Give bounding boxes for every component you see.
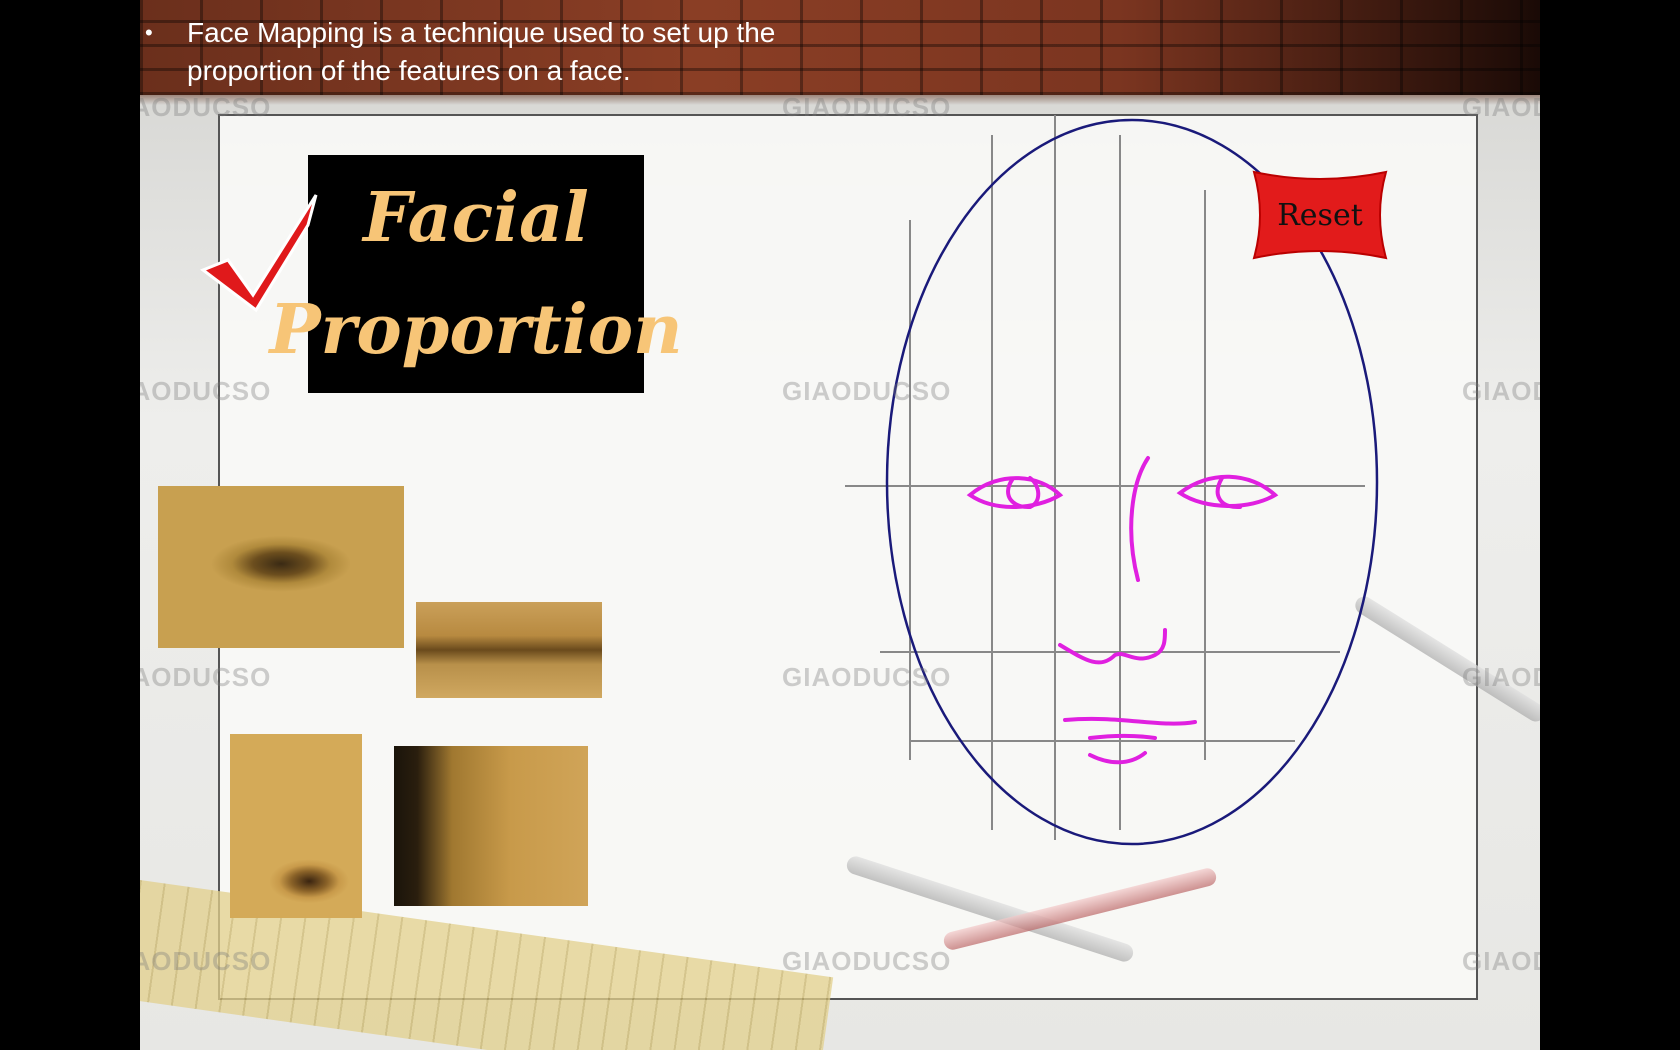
watermark: GIAODUCSO bbox=[1462, 946, 1540, 976]
title-block: Facial Proportion bbox=[269, 155, 683, 393]
eye-photo-crop bbox=[158, 486, 404, 648]
nose-line bbox=[1129, 456, 1150, 582]
watermark: GIAODUCSO bbox=[782, 946, 952, 976]
checkmark-icon bbox=[199, 194, 318, 313]
title-line-1: Facial bbox=[363, 178, 589, 258]
bullet-marker: • bbox=[145, 20, 153, 45]
face-features bbox=[966, 456, 1279, 765]
nose-photo-crop bbox=[230, 734, 362, 918]
right-iris bbox=[1215, 476, 1242, 510]
right-eye bbox=[1176, 474, 1279, 508]
side-eye-photo-crop bbox=[394, 746, 588, 906]
watermark: GIAODUCSO bbox=[1462, 376, 1540, 406]
watermark: GIAODUCSO bbox=[782, 92, 952, 122]
watermark: GIAODUCSO bbox=[782, 376, 952, 406]
upper-lip bbox=[1063, 716, 1197, 726]
bullet-text: • Face Mapping is a technique used to se… bbox=[145, 14, 885, 90]
watermark: GIAODUCSO bbox=[140, 92, 272, 122]
watermark: GIAODUCSO bbox=[1462, 662, 1540, 692]
watermark: GIAODUCSO bbox=[140, 946, 272, 976]
watermark: GIAODUCSO bbox=[140, 662, 272, 692]
watermark: GIAODUCSO bbox=[782, 662, 952, 692]
bullet-paragraph: Face Mapping is a technique used to set … bbox=[187, 17, 776, 86]
slide: • Face Mapping is a technique used to se… bbox=[140, 0, 1540, 1050]
watermark: GIAODUCSO bbox=[140, 376, 272, 406]
nose-bottom bbox=[1058, 628, 1167, 665]
watermark: GIAODUCSO bbox=[1462, 92, 1540, 122]
left-iris bbox=[1006, 476, 1041, 510]
mouth-photo-crop bbox=[416, 602, 602, 698]
lip-line bbox=[1088, 733, 1157, 740]
lower-lip bbox=[1088, 751, 1147, 765]
title-line-2: Proportion bbox=[269, 290, 683, 370]
reset-button[interactable]: Reset bbox=[1250, 168, 1390, 262]
